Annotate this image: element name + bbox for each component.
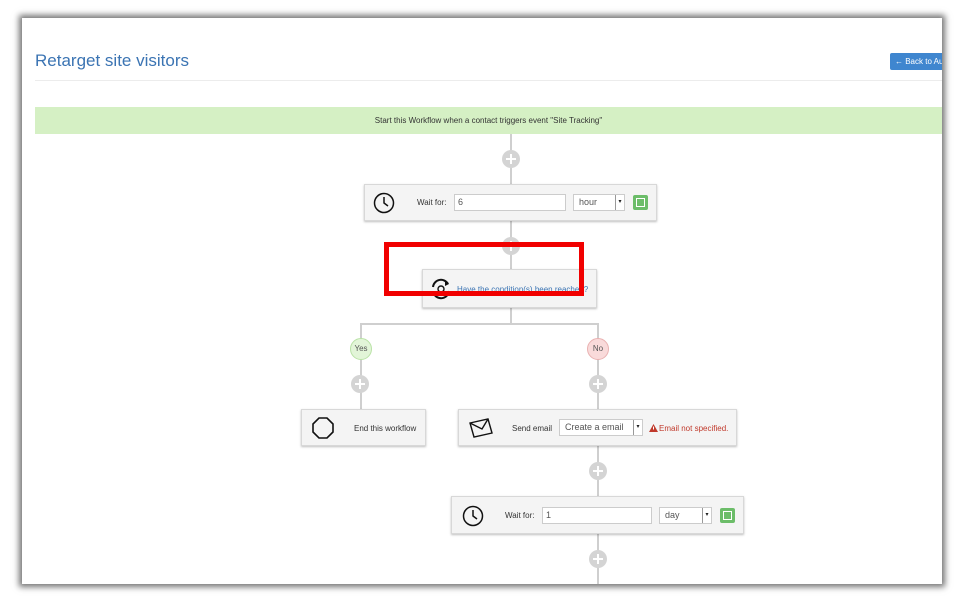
add-step-button[interactable] [589,375,607,393]
clock-icon [373,192,395,214]
wait-unit-value: day [665,510,680,520]
add-step-button[interactable] [589,550,607,568]
save-icon[interactable] [633,195,648,210]
send-email-label: Send email [512,424,553,433]
warning-icon [649,424,658,432]
wait-unit-select[interactable]: hour ▾ [573,194,625,211]
wait-unit-value: hour [579,197,598,207]
wait-step[interactable]: Wait for: 1 day ▾ [451,496,744,534]
highlight-box [384,242,584,296]
chevron-down-icon: ▾ [633,420,642,435]
email-select[interactable]: Create a email ▾ [559,419,643,436]
wait-unit-select[interactable]: day ▾ [659,507,712,524]
stop-icon [312,417,334,439]
wait-amount-input[interactable]: 1 [542,507,652,524]
email-error-text: Email not specified. [659,424,729,433]
add-step-button[interactable] [351,375,369,393]
send-email-step[interactable]: Send email Create a email ▾ Email not sp… [458,409,737,446]
add-step-button[interactable] [502,150,520,168]
save-icon[interactable] [720,508,735,523]
no-branch-label: No [587,338,609,360]
wait-label: Wait for: [505,511,535,520]
chevron-down-icon: ▾ [702,508,711,523]
wait-amount-input[interactable]: 6 [454,194,566,211]
envelope-icon [469,418,493,438]
page-title: Retarget site visitors [35,51,189,70]
wait-step[interactable]: Wait for: 6 hour ▾ [364,184,657,221]
wait-label: Wait for: [417,198,447,207]
add-step-button[interactable] [589,462,607,480]
chevron-down-icon: ▾ [615,195,624,210]
yes-branch-label: Yes [350,338,372,360]
clock-icon [462,505,484,527]
connector [360,323,598,325]
workflow-window: Retarget site visitors ← Back to Au Star… [22,18,942,584]
email-select-value: Create a email [565,422,624,432]
divider [35,80,942,81]
trigger-banner[interactable]: Start this Workflow when a contact trigg… [35,107,942,134]
end-workflow-step[interactable]: End this workflow [301,409,426,446]
connector [597,323,599,409]
end-workflow-label: End this workflow [354,424,417,433]
connector [510,308,512,324]
connector [360,323,362,409]
back-button[interactable]: ← Back to Au [890,53,942,70]
